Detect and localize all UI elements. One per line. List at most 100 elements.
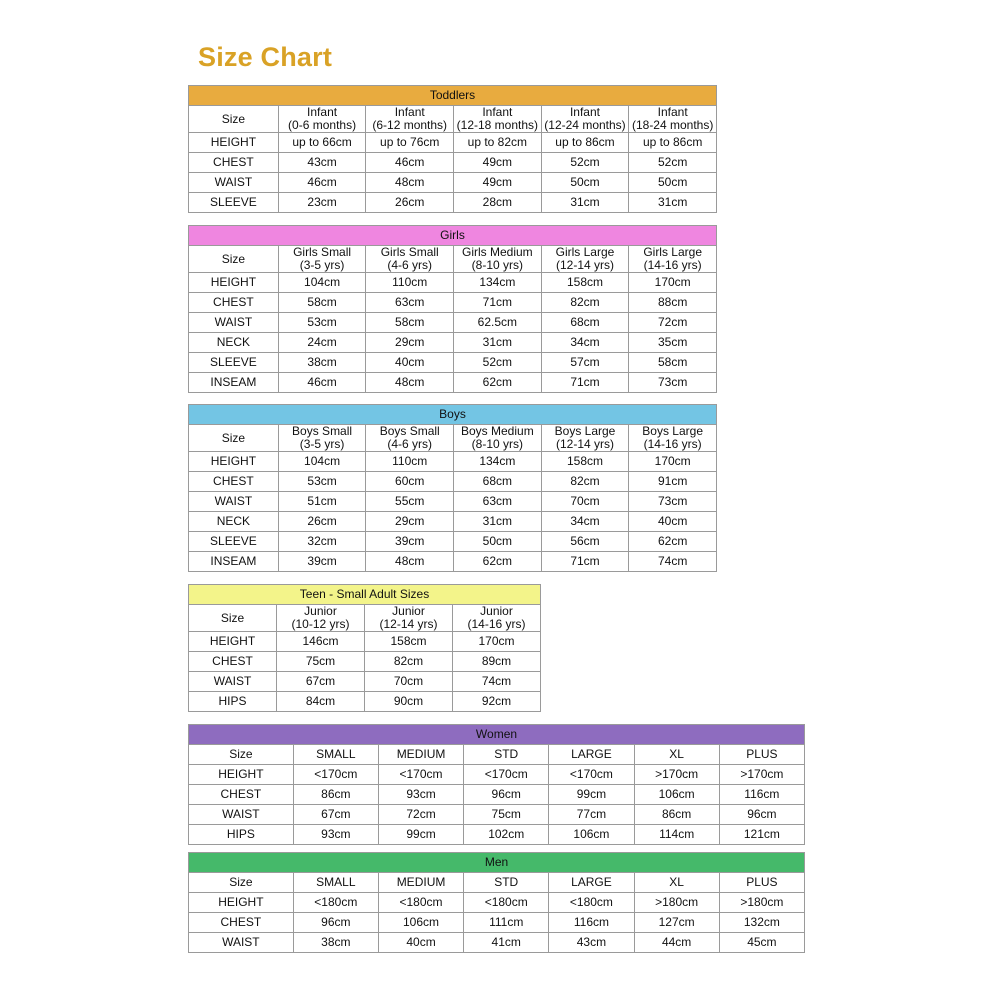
table-cell: 170cm (628, 272, 717, 293)
column-header: LARGE (548, 872, 635, 893)
column-header-size: Size (188, 744, 294, 765)
table-cell: 52cm (453, 352, 542, 373)
column-header-line1: MEDIUM (396, 875, 446, 889)
table-cell: 63cm (365, 292, 455, 313)
column-header: SMALL (292, 744, 379, 765)
table-cell: 41cm (463, 932, 550, 953)
table-cell: 96cm (292, 912, 379, 933)
table-cell: 73cm (628, 491, 717, 512)
table-cell: 55cm (365, 491, 455, 512)
column-header-line2: (4-6 yrs) (387, 258, 433, 272)
column-header-line1: Girls Large (643, 245, 702, 259)
table-cell: 49cm (453, 172, 542, 193)
table-cell: 71cm (453, 292, 542, 313)
table-row: INSEAM 39cm 48cm 62cm 71cm 74cm (188, 551, 717, 572)
size-table-women: Women Size SMALL MEDIUM STD LARGE XL PLUS HEIGHT… (188, 724, 806, 845)
column-header-line1: Junior (392, 604, 425, 618)
table-cell: 116cm (718, 784, 806, 805)
column-header-line2: (18-24 months) (631, 118, 714, 132)
table-cell: 31cm (453, 332, 542, 353)
table-cell: 29cm (365, 332, 455, 353)
table-cell: <180cm (292, 892, 379, 913)
column-header-line1: LARGE (571, 875, 612, 889)
table-row: HEIGHT <170cm <170cm <170cm <170cm >170cm >170… (188, 764, 806, 785)
column-header: Girls Large (14-16 yrs) (628, 245, 717, 273)
table-row: CHEST 75cm 82cm 89cm (188, 651, 541, 672)
row-label: SLEEVE (188, 192, 279, 213)
table-cell: 134cm (453, 451, 542, 472)
column-header-line1: Junior (304, 604, 337, 618)
row-label: HEIGHT (188, 451, 279, 472)
column-header-line1: Infant (394, 105, 425, 119)
table-cell: 158cm (364, 631, 453, 652)
table-cell: 50cm (540, 172, 630, 193)
table-cell: 62.5cm (453, 312, 542, 333)
table-cell: 93cm (292, 824, 379, 845)
row-label: NECK (188, 332, 279, 353)
table-cell: 111cm (463, 912, 550, 933)
table-cell: 48cm (365, 551, 455, 572)
table-cell: 45cm (718, 932, 806, 953)
table-row: CHEST 96cm 106cm 111cm 116cm 127cm 132cm (188, 912, 806, 933)
table-cell: 68cm (540, 312, 630, 333)
column-header: XL (633, 872, 720, 893)
size-table-boys: Boys Size Boys Small (3-5 yrs) Boys Small (4-… (188, 404, 717, 572)
column-header-line1: Infant (569, 105, 600, 119)
table-cell: up to 66cm (277, 132, 367, 153)
table-cell: 110cm (365, 272, 455, 293)
table-cell: 96cm (463, 784, 550, 805)
table-cell: 99cm (548, 784, 635, 805)
table-cell: 88cm (628, 292, 717, 313)
table-cell: 53cm (277, 312, 367, 333)
table-cell: 92cm (452, 691, 541, 712)
table-cell: 43cm (277, 152, 367, 173)
table-cell: 72cm (377, 804, 465, 825)
table-cell: 127cm (633, 912, 720, 933)
row-label: INSEAM (188, 372, 279, 393)
row-label: WAIST (188, 804, 294, 825)
table-cell: 106cm (548, 824, 635, 845)
table-cell: up to 86cm (628, 132, 717, 153)
column-header: Boys Large (14-16 yrs) (628, 424, 717, 452)
size-table-teen: Teen - Small Adult Sizes Size Junior (10-12… (188, 584, 541, 712)
column-header-line2: (10-12 yrs) (291, 617, 350, 631)
table-header-row: Size Junior (10-12 yrs) Junior (12-14 yrs) Ju… (188, 604, 541, 632)
column-header-line2: (8-10 yrs) (471, 437, 524, 451)
table-cell: up to 82cm (453, 132, 542, 153)
column-header-line1: Boys Small (292, 424, 353, 438)
table-cell: 56cm (540, 531, 630, 552)
table-row: WAIST 38cm 40cm 41cm 43cm 44cm 45cm (188, 932, 806, 953)
table-cell: 32cm (277, 531, 367, 552)
column-header-line1: Boys Large (642, 424, 703, 438)
table-cell: 96cm (718, 804, 806, 825)
column-header-line2: (12-14 yrs) (555, 258, 614, 272)
table-cell: 26cm (365, 192, 455, 213)
table-cell: up to 86cm (540, 132, 630, 153)
row-label: CHEST (188, 651, 277, 672)
column-header: Boys Medium (8-10 yrs) (453, 424, 542, 452)
table-cell: 62cm (628, 531, 717, 552)
size-table-girls: Girls Size Girls Small (3-5 yrs) Girls Small… (188, 225, 717, 393)
table-cell: <170cm (292, 764, 379, 785)
column-header-line2: (12-24 months) (544, 118, 626, 132)
column-header-size: Size (188, 604, 277, 632)
table-cell: <170cm (377, 764, 465, 785)
table-cell: 48cm (365, 372, 455, 393)
table-header-row: Size Boys Small (3-5 yrs) Boys Small (4-6 yr… (188, 424, 717, 452)
table-title-row: Girls (188, 225, 717, 246)
row-label: WAIST (188, 312, 279, 333)
table-cell: 34cm (540, 332, 630, 353)
column-header: STD (463, 872, 550, 893)
table-row: CHEST 58cm 63cm 71cm 82cm 88cm (188, 292, 717, 313)
column-header: Girls Small (4-6 yrs) (365, 245, 455, 273)
table-row: CHEST 86cm 93cm 96cm 99cm 106cm 116cm (188, 784, 806, 805)
table-cell: <180cm (548, 892, 635, 913)
table-title-row: Women (188, 724, 805, 745)
column-header: Infant (6-12 months) (365, 105, 455, 133)
column-header: MEDIUM (377, 872, 465, 893)
table-row: SLEEVE 23cm 26cm 28cm 31cm 31cm (188, 192, 717, 213)
column-header-line2: (14-16 yrs) (467, 617, 526, 631)
table-cell: 82cm (540, 471, 630, 492)
table-cell: >180cm (633, 892, 720, 913)
column-header: Infant (12-18 months) (453, 105, 542, 133)
